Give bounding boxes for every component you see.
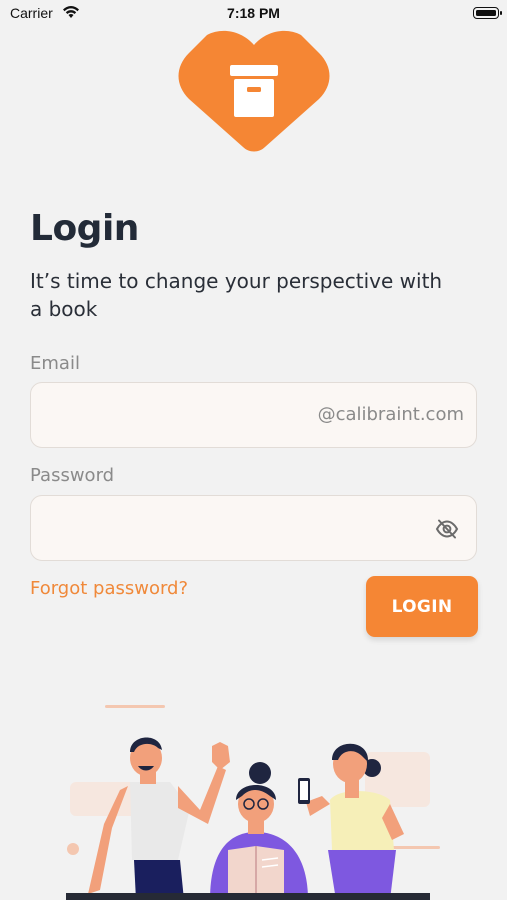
man-figure xyxy=(88,737,230,900)
eye-off-icon[interactable] xyxy=(435,518,459,540)
archive-box-icon xyxy=(230,65,278,117)
deco-line xyxy=(105,705,165,708)
deco-dot xyxy=(67,843,79,855)
girl-reading-figure xyxy=(210,762,308,900)
page-title: Login xyxy=(30,208,139,249)
password-field[interactable] xyxy=(30,495,477,561)
forgot-password-link[interactable]: Forgot password? xyxy=(30,578,188,599)
login-button[interactable]: LOGIN xyxy=(366,576,478,637)
desk-line xyxy=(66,893,430,900)
password-label: Password xyxy=(30,465,115,486)
deco-block xyxy=(70,782,140,816)
status-bar: Carrier 7:18 PM xyxy=(0,0,507,28)
battery-icon xyxy=(473,7,502,19)
people-reading-illustration xyxy=(66,705,440,900)
email-label: Email xyxy=(30,353,80,374)
email-domain-suffix: @calibraint.com xyxy=(317,404,464,425)
status-time: 7:18 PM xyxy=(227,5,280,21)
email-field[interactable]: @calibraint.com xyxy=(30,382,477,448)
page-subtitle: It’s time to change your perspective wit… xyxy=(30,269,443,321)
app-logo xyxy=(178,30,330,152)
